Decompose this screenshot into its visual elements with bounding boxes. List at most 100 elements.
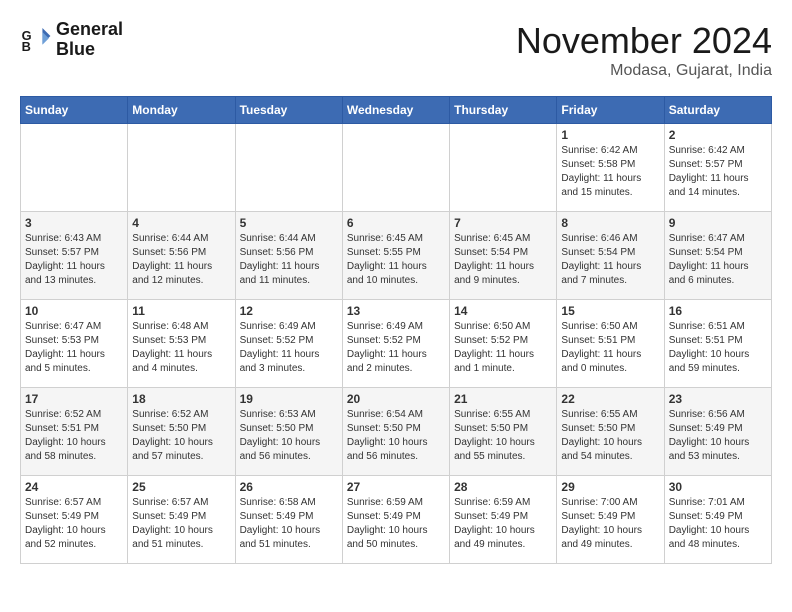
day-number: 5 [240, 216, 338, 230]
calendar-cell: 21 Sunrise: 6:55 AM Sunset: 5:50 PM Dayli… [450, 388, 557, 476]
weekday-header-thursday: Thursday [450, 97, 557, 124]
calendar-cell: 30 Sunrise: 7:01 AM Sunset: 5:49 PM Dayli… [664, 476, 771, 564]
calendar-cell: 1 Sunrise: 6:42 AM Sunset: 5:58 PM Daylig… [557, 124, 664, 212]
calendar-cell: 13 Sunrise: 6:49 AM Sunset: 5:52 PM Dayli… [342, 300, 449, 388]
calendar-cell: 23 Sunrise: 6:56 AM Sunset: 5:49 PM Dayli… [664, 388, 771, 476]
week-row-4: 17Sunrise: 6:52 AM Sunset: 5:51 PM Dayli… [21, 388, 772, 476]
calendar-cell: 27 Sunrise: 6:59 AM Sunset: 5:49 PM Dayli… [342, 476, 449, 564]
day-info: Sunrise: 6:56 AM Sunset: 5:49 PM Dayligh… [669, 408, 767, 464]
title-block: November 2024 Modasa, Gujarat, India [516, 20, 772, 80]
day-info: Sunrise: 6:58 AM Sunset: 5:49 PM Dayligh… [240, 496, 338, 552]
day-number: 3 [25, 216, 123, 230]
day-info: Sunrise: 6:51 AM Sunset: 5:51 PM Dayligh… [669, 320, 767, 376]
calendar-cell: 24Sunrise: 6:57 AM Sunset: 5:49 PM Dayli… [21, 476, 128, 564]
calendar-cell: 8Sunrise: 6:46 AM Sunset: 5:54 PM Daylig… [557, 212, 664, 300]
calendar-cell: 10 Sunrise: 6:47 AM Sunset: 5:53 PM Dayli… [21, 300, 128, 388]
calendar-cell: 6 Sunrise: 6:45 AM Sunset: 5:55 PM Daylig… [342, 212, 449, 300]
day-number: 21 [454, 392, 552, 406]
day-info: Sunrise: 6:45 AM Sunset: 5:54 PM Dayligh… [454, 232, 552, 288]
calendar-cell: 5 Sunrise: 6:44 AM Sunset: 5:56 PM Daylig… [235, 212, 342, 300]
day-number: 11 [132, 304, 230, 318]
weekday-header-wednesday: Wednesday [342, 97, 449, 124]
day-info: Sunrise: 6:57 AM Sunset: 5:49 PM Dayligh… [132, 496, 230, 552]
calendar-cell: 25 Sunrise: 6:57 AM Sunset: 5:49 PM Dayli… [128, 476, 235, 564]
day-number: 27 [347, 480, 445, 494]
day-info: Sunrise: 6:57 AM Sunset: 5:49 PM Dayligh… [25, 496, 123, 552]
day-info: Sunrise: 6:47 AM Sunset: 5:54 PM Dayligh… [669, 232, 767, 288]
calendar-cell [235, 124, 342, 212]
week-row-5: 24Sunrise: 6:57 AM Sunset: 5:49 PM Dayli… [21, 476, 772, 564]
logo: G B General Blue [20, 20, 123, 60]
calendar-cell: 20 Sunrise: 6:54 AM Sunset: 5:50 PM Dayli… [342, 388, 449, 476]
day-info: Sunrise: 7:00 AM Sunset: 5:49 PM Dayligh… [561, 496, 659, 552]
day-info: Sunrise: 6:47 AM Sunset: 5:53 PM Dayligh… [25, 320, 123, 376]
location: Modasa, Gujarat, India [516, 62, 772, 80]
day-info: Sunrise: 6:55 AM Sunset: 5:50 PM Dayligh… [454, 408, 552, 464]
day-info: Sunrise: 6:50 AM Sunset: 5:52 PM Dayligh… [454, 320, 552, 376]
day-info: Sunrise: 6:44 AM Sunset: 5:56 PM Dayligh… [240, 232, 338, 288]
day-info: Sunrise: 6:53 AM Sunset: 5:50 PM Dayligh… [240, 408, 338, 464]
calendar-cell: 16 Sunrise: 6:51 AM Sunset: 5:51 PM Dayli… [664, 300, 771, 388]
day-number: 13 [347, 304, 445, 318]
calendar-cell: 18 Sunrise: 6:52 AM Sunset: 5:50 PM Dayli… [128, 388, 235, 476]
day-info: Sunrise: 6:46 AM Sunset: 5:54 PM Dayligh… [561, 232, 659, 288]
day-info: Sunrise: 6:42 AM Sunset: 5:57 PM Dayligh… [669, 144, 767, 200]
weekday-header-friday: Friday [557, 97, 664, 124]
day-number: 28 [454, 480, 552, 494]
day-number: 4 [132, 216, 230, 230]
day-info: Sunrise: 6:50 AM Sunset: 5:51 PM Dayligh… [561, 320, 659, 376]
day-number: 17 [25, 392, 123, 406]
logo-text: General Blue [56, 20, 123, 60]
week-row-3: 10 Sunrise: 6:47 AM Sunset: 5:53 PM Dayli… [21, 300, 772, 388]
calendar-cell: 26 Sunrise: 6:58 AM Sunset: 5:49 PM Dayli… [235, 476, 342, 564]
day-number: 16 [669, 304, 767, 318]
calendar-cell: 15Sunrise: 6:50 AM Sunset: 5:51 PM Dayli… [557, 300, 664, 388]
day-number: 1 [561, 128, 659, 142]
day-number: 7 [454, 216, 552, 230]
day-info: Sunrise: 6:45 AM Sunset: 5:55 PM Dayligh… [347, 232, 445, 288]
day-number: 23 [669, 392, 767, 406]
weekday-header-saturday: Saturday [664, 97, 771, 124]
calendar-cell: 9Sunrise: 6:47 AM Sunset: 5:54 PM Daylig… [664, 212, 771, 300]
calendar-cell: 12Sunrise: 6:49 AM Sunset: 5:52 PM Dayli… [235, 300, 342, 388]
day-number: 25 [132, 480, 230, 494]
day-number: 10 [25, 304, 123, 318]
day-number: 12 [240, 304, 338, 318]
day-number: 18 [132, 392, 230, 406]
page-header: G B General Blue November 2024 Modasa, G… [20, 20, 772, 80]
day-info: Sunrise: 6:52 AM Sunset: 5:50 PM Dayligh… [132, 408, 230, 464]
day-info: Sunrise: 6:59 AM Sunset: 5:49 PM Dayligh… [347, 496, 445, 552]
calendar-cell [450, 124, 557, 212]
logo-icon: G B [20, 24, 52, 56]
day-info: Sunrise: 6:49 AM Sunset: 5:52 PM Dayligh… [347, 320, 445, 376]
day-number: 6 [347, 216, 445, 230]
calendar-cell: 29Sunrise: 7:00 AM Sunset: 5:49 PM Dayli… [557, 476, 664, 564]
calendar-cell: 3Sunrise: 6:43 AM Sunset: 5:57 PM Daylig… [21, 212, 128, 300]
day-number: 22 [561, 392, 659, 406]
day-info: Sunrise: 6:42 AM Sunset: 5:58 PM Dayligh… [561, 144, 659, 200]
calendar-cell: 7 Sunrise: 6:45 AM Sunset: 5:54 PM Daylig… [450, 212, 557, 300]
calendar-cell: 11 Sunrise: 6:48 AM Sunset: 5:53 PM Dayli… [128, 300, 235, 388]
calendar-cell: 17Sunrise: 6:52 AM Sunset: 5:51 PM Dayli… [21, 388, 128, 476]
day-number: 14 [454, 304, 552, 318]
day-number: 20 [347, 392, 445, 406]
svg-text:B: B [22, 39, 31, 54]
day-info: Sunrise: 6:54 AM Sunset: 5:50 PM Dayligh… [347, 408, 445, 464]
day-info: Sunrise: 6:48 AM Sunset: 5:53 PM Dayligh… [132, 320, 230, 376]
week-row-1: 1 Sunrise: 6:42 AM Sunset: 5:58 PM Daylig… [21, 124, 772, 212]
day-number: 19 [240, 392, 338, 406]
day-info: Sunrise: 7:01 AM Sunset: 5:49 PM Dayligh… [669, 496, 767, 552]
day-info: Sunrise: 6:55 AM Sunset: 5:50 PM Dayligh… [561, 408, 659, 464]
calendar-cell [21, 124, 128, 212]
week-row-2: 3Sunrise: 6:43 AM Sunset: 5:57 PM Daylig… [21, 212, 772, 300]
calendar-cell: 19 Sunrise: 6:53 AM Sunset: 5:50 PM Dayli… [235, 388, 342, 476]
day-number: 2 [669, 128, 767, 142]
day-number: 26 [240, 480, 338, 494]
calendar-cell: 22 Sunrise: 6:55 AM Sunset: 5:50 PM Dayli… [557, 388, 664, 476]
calendar: SundayMondayTuesdayWednesdayThursdayFrid… [20, 96, 772, 564]
weekday-header-row: SundayMondayTuesdayWednesdayThursdayFrid… [21, 97, 772, 124]
day-number: 30 [669, 480, 767, 494]
weekday-header-monday: Monday [128, 97, 235, 124]
calendar-cell: 2 Sunrise: 6:42 AM Sunset: 5:57 PM Daylig… [664, 124, 771, 212]
calendar-cell [128, 124, 235, 212]
